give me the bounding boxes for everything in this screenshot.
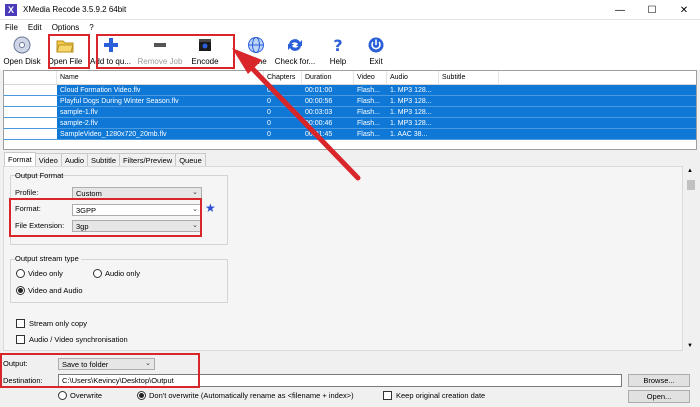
menu-help[interactable]: ? (84, 23, 98, 32)
maximize-button[interactable]: ☐ (636, 0, 668, 20)
file-list-header: Name Chapters Duration Video Audio Subti… (4, 71, 696, 85)
help-button[interactable]: ? Help (319, 34, 357, 70)
profile-label: Profile: (15, 188, 39, 197)
chevron-down-icon: ⌄ (145, 360, 151, 367)
video-only-radio[interactable]: Video only (16, 269, 63, 278)
keep-creation-date-checkbox[interactable]: Keep original creation date (383, 391, 485, 400)
add-to-queue-button[interactable]: Add to qu... (86, 34, 135, 70)
scroll-up-icon[interactable]: ▲ (687, 168, 693, 174)
destination-label: Destination: (3, 376, 43, 385)
minimize-button[interactable]: — (604, 0, 636, 20)
scroll-down-icon[interactable]: ▼ (687, 343, 693, 349)
profile-select[interactable]: Custom ⌄ (72, 187, 202, 199)
folder-icon (56, 40, 74, 53)
question-icon: ? (333, 36, 342, 54)
format-panel: Output Format Profile: Custom ⌄ Format: … (3, 166, 683, 351)
file-list[interactable]: Name Chapters Duration Video Audio Subti… (3, 70, 697, 150)
output-select[interactable]: Save to folder ⌄ (58, 358, 155, 370)
tab-subtitle[interactable]: Subtitle (87, 153, 121, 166)
tab-audio[interactable]: Audio (60, 153, 88, 166)
open-file-button[interactable]: Open File (44, 34, 86, 70)
table-row[interactable]: Playful Dogs During Winter Season.flv 0 … (4, 96, 696, 107)
table-row[interactable]: sample-2.flv 0 00:00:46 Flash... 1. MP3 … (4, 118, 696, 129)
film-clapper-icon (199, 39, 211, 51)
close-button[interactable]: ✕ (668, 0, 700, 20)
output-label: Output: (3, 359, 28, 368)
stream-type-title: Output stream type (15, 254, 81, 263)
plus-icon (103, 38, 118, 52)
dont-overwrite-radio[interactable]: Don't overwrite (Automatically rename as… (137, 391, 354, 400)
disc-icon (13, 36, 31, 54)
svg-text:?: ? (333, 36, 342, 54)
check-updates-button[interactable]: Check for... (271, 34, 319, 70)
star-icon[interactable]: ★ (205, 201, 216, 215)
panel-scrollbar[interactable]: ▲ ▼ (685, 166, 697, 351)
column-subtitle[interactable]: Subtitle (439, 71, 499, 84)
globe-icon (248, 37, 264, 53)
refresh-icon (288, 39, 302, 51)
encode-button[interactable]: Encode (185, 34, 225, 70)
table-row[interactable]: SampleVideo_1280x720_20mb.flv 0 00:01:45… (4, 129, 696, 140)
window-title: XMedia Recode 3.5.9.2 64bit (23, 5, 127, 14)
chevron-down-icon: ⌄ (192, 206, 198, 213)
stream-only-copy-checkbox[interactable]: Stream only copy (16, 319, 87, 328)
audio-only-radio[interactable]: Audio only (93, 269, 140, 278)
tab-video[interactable]: Video (34, 153, 62, 166)
destination-input[interactable]: C:\Users\Kevincy\Desktop\Output (58, 374, 622, 387)
exit-button[interactable]: Exit (357, 34, 395, 70)
tab-strip: Format Video Audio Subtitle Filters/Prev… (4, 152, 206, 166)
open-disk-button[interactable]: Open Disk (0, 34, 44, 70)
menu-bar: File Edit Options ? (0, 20, 700, 34)
file-extension-select[interactable]: 3gp ⌄ (72, 220, 202, 232)
av-sync-checkbox[interactable]: Audio / Video synchronisation (16, 335, 128, 344)
video-and-audio-radio[interactable]: Video and Audio (16, 286, 83, 295)
overwrite-radio[interactable]: Overwrite (58, 391, 102, 400)
app-logo-icon: X (5, 3, 17, 16)
tab-filters-preview[interactable]: Filters/Preview (119, 153, 177, 166)
minus-icon (154, 43, 166, 47)
open-button[interactable]: Open... (628, 390, 690, 403)
menu-file[interactable]: File (0, 23, 23, 32)
browse-button[interactable]: Browse... (628, 374, 690, 387)
column-chapters[interactable]: Chapters (264, 71, 302, 84)
column-video[interactable]: Video (354, 71, 387, 84)
file-extension-label: File Extension: (15, 221, 65, 230)
tab-queue[interactable]: Queue (175, 153, 206, 166)
remove-job-button[interactable]: Remove Job (135, 34, 185, 70)
title-bar: X XMedia Recode 3.5.9.2 64bit — ☐ ✕ (0, 0, 700, 20)
toolbar: Open Disk Open File Add to qu... Remove … (0, 34, 700, 70)
menu-options[interactable]: Options (47, 23, 85, 32)
menu-edit[interactable]: Edit (23, 23, 47, 32)
chevron-down-icon: ⌄ (192, 222, 198, 229)
stream-type-group (10, 259, 228, 303)
column-name[interactable]: Name (57, 71, 264, 84)
table-row[interactable]: Cloud Formation Video.flv 0 00:01:00 Fla… (4, 85, 696, 96)
format-label: Format: (15, 204, 41, 213)
output-format-title: Output Format (15, 171, 64, 180)
column-audio[interactable]: Audio (387, 71, 439, 84)
column-duration[interactable]: Duration (302, 71, 354, 84)
chevron-down-icon: ⌄ (192, 189, 198, 196)
table-row[interactable]: sample-1.flv 0 00:03:03 Flash... 1. MP3 … (4, 107, 696, 118)
home-button[interactable]: Home (241, 34, 271, 70)
format-select[interactable]: 3GPP ⌄ (72, 204, 202, 216)
tab-format[interactable]: Format (4, 152, 36, 166)
power-icon (368, 37, 384, 53)
